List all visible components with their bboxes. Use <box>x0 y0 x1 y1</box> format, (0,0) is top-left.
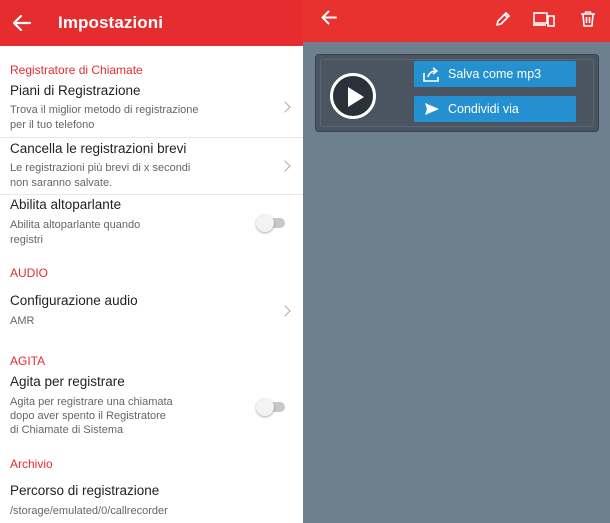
shake-toggle[interactable] <box>256 398 285 416</box>
toggle-knob <box>256 214 274 232</box>
setting-subtitle: di Chiamate di Sistema <box>10 424 124 436</box>
setting-recording-plans[interactable]: Piani di Registrazione Trova il miglior … <box>0 80 303 136</box>
setting-delete-short-recordings[interactable]: Cancella le registrazioni brevi Le regis… <box>0 138 303 194</box>
back-button[interactable] <box>2 0 42 46</box>
section-archive: Archivio <box>10 457 53 471</box>
devices-icon <box>533 12 555 27</box>
setting-value: AMR <box>10 315 35 327</box>
setting-title: Configurazione audio <box>10 293 138 308</box>
section-shake: AGITA <box>10 354 46 368</box>
chevron-right-icon <box>279 160 291 172</box>
setting-subtitle: non saranno salvate. <box>10 177 113 189</box>
setting-audio-configuration[interactable]: Configurazione audio AMR <box>0 290 303 340</box>
setting-recording-path[interactable]: Percorso di registrazione /storage/emula… <box>0 480 303 523</box>
recording-panel: Salva come mp3 Condividi via <box>303 0 610 523</box>
pencil-icon <box>496 12 510 26</box>
play-button[interactable] <box>330 73 376 119</box>
arrow-left-icon <box>321 10 337 25</box>
play-icon <box>348 87 364 107</box>
speaker-toggle[interactable] <box>256 214 285 232</box>
delete-button[interactable] <box>580 10 596 33</box>
chevron-right-icon <box>279 101 291 113</box>
setting-title: Cancella le registrazioni brevi <box>10 141 187 156</box>
toggle-knob <box>256 398 274 416</box>
setting-subtitle: registri <box>10 234 44 246</box>
share-export-icon <box>422 66 442 82</box>
setting-subtitle: dopo aver spento il Registratore <box>10 410 166 422</box>
settings-panel: Impostazioni Registratore di Chiamate Pi… <box>0 0 303 523</box>
setting-enable-speaker[interactable]: Abilita altoparlante Abilita altoparlant… <box>0 195 303 251</box>
setting-title: Abilita altoparlante <box>10 197 122 212</box>
setting-shake-to-record[interactable]: Agita per registrare Agita per registrar… <box>0 372 303 440</box>
share-via-label: Condividi via <box>448 102 519 116</box>
page-title: Impostazioni <box>58 13 164 32</box>
setting-title: Percorso di registrazione <box>10 483 160 498</box>
section-audio: AUDIO <box>10 266 49 280</box>
setting-title: Agita per registrare <box>10 374 125 389</box>
section-recorder: Registratore di Chiamate <box>10 63 143 77</box>
save-mp3-button[interactable]: Salva come mp3 <box>414 61 576 87</box>
chevron-right-icon <box>279 305 291 317</box>
setting-subtitle: Le registrazioni più brevi di x secondi <box>10 162 191 174</box>
edit-button[interactable] <box>494 10 512 33</box>
recording-toolbar <box>303 0 610 42</box>
setting-title: Piani di Registrazione <box>10 83 141 98</box>
trash-icon <box>581 11 595 27</box>
player-card: Salva come mp3 Condividi via <box>315 54 599 132</box>
send-icon <box>422 101 442 117</box>
settings-header: Impostazioni <box>0 0 303 46</box>
setting-subtitle: per il tuo telefono <box>10 119 95 131</box>
setting-subtitle: Agita per registrare una chiamata <box>10 396 173 408</box>
save-mp3-label: Salva come mp3 <box>448 67 542 81</box>
arrow-left-icon <box>13 15 31 31</box>
setting-subtitle: Abilita altoparlante quando <box>10 219 141 231</box>
back-button[interactable] <box>321 10 337 30</box>
share-via-button[interactable]: Condividi via <box>414 96 576 122</box>
setting-subtitle: Trova il miglior metodo di registrazione <box>10 104 199 116</box>
setting-value: /storage/emulated/0/callrecorder <box>10 505 168 517</box>
devices-button[interactable] <box>533 11 555 34</box>
